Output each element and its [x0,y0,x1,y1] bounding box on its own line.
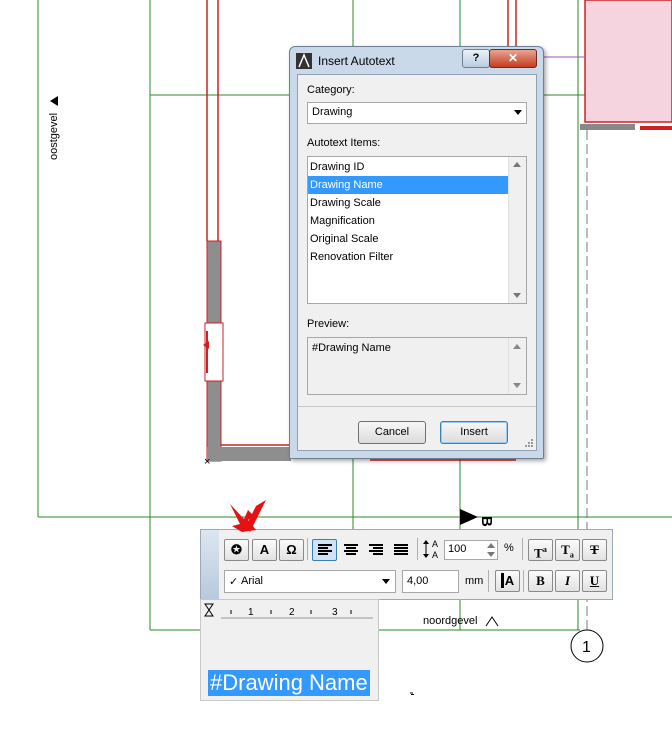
line-spacing-input[interactable]: 100 [444,540,498,560]
toolbar-separator [523,570,524,592]
ruler-tick-3: 3 [332,607,338,618]
cancel-button[interactable]: Cancel [358,421,426,444]
dialog-body: Category: Drawing Autotext Items: Drawin… [297,74,537,451]
toolbar-separator [417,538,418,560]
text-editor-panel: 1 2 3 #Drawing Name [200,599,379,701]
align-left-button[interactable] [312,539,337,561]
superscript-icon: T [534,545,543,561]
change-case-icon: A [259,542,270,557]
superscript-button[interactable]: Ta [528,539,553,561]
font-size-input[interactable]: 4,00 [402,570,459,593]
ruler-tick-2: 2 [289,607,295,618]
svg-text:A: A [432,550,438,560]
strikethrough-icon: T [590,542,599,557]
help-button[interactable]: ? [462,49,490,68]
toolbar-separator [488,570,489,592]
change-case-button[interactable]: A [252,539,277,561]
subscript-button[interactable]: Ta [555,539,580,561]
close-icon: ✕ [507,51,519,65]
font-name: Arial [241,575,264,587]
preview-label: Preview: [307,318,350,330]
toolbar-grip[interactable] [201,530,219,599]
text-editor-selection[interactable]: #Drawing Name [208,670,370,696]
autotext-list-item[interactable]: Renovation Filter [308,248,508,266]
category-label: Category: [307,84,355,96]
autotext-list-item[interactable]: Magnification [308,212,508,230]
dialog-title: Insert Autotext [318,54,395,68]
superscript-mark: a [542,545,547,554]
help-icon: ? [472,52,480,64]
align-center-button[interactable] [342,540,362,558]
insert-autotext-button[interactable]: ✪ [224,539,249,561]
omega-icon: Ω [286,542,297,557]
svg-text:×: × [204,456,210,468]
elevation-triangle-icon [485,616,498,627]
bold-button[interactable]: B [528,570,553,592]
elevation-label-oostgevel: oostgevel [48,90,62,160]
font-size-value: 4,00 [407,575,429,587]
grid-bubble-number: 1 [582,639,591,656]
align-justify-button[interactable] [392,540,412,558]
autotext-list-item[interactable]: Drawing Scale [308,194,508,212]
star-icon: ✪ [231,542,242,557]
align-left-icon [317,544,332,555]
text-color-button[interactable]: A [495,570,520,592]
align-right-button[interactable] [367,540,387,558]
app-icon [296,53,312,69]
items-label: Autotext Items: [307,137,381,149]
dialog-divider [298,406,536,407]
scroll-down-icon[interactable] [513,383,521,388]
scroll-up-icon[interactable] [513,344,521,349]
autotext-list-item[interactable]: Drawing ID [308,158,508,176]
special-character-button[interactable]: Ω [279,539,304,561]
autotext-list-item[interactable]: Original Scale [308,230,508,248]
autotext-list-item[interactable]: Drawing Name [308,176,508,194]
size-unit: mm [465,575,484,587]
elevation-label-text: oostgevel [48,112,60,160]
insert-button[interactable]: Insert [440,421,508,444]
text-color-icon: A [500,573,515,588]
subscript-icon: T [561,542,570,557]
resize-grip-icon[interactable] [524,438,534,448]
toolbar-separator [307,538,308,560]
toolbar-separator [522,538,523,560]
line-spacing-icon: A A [423,539,438,560]
text-ruler[interactable]: 1 2 3 [201,600,378,620]
ruler-tick-1: 1 [248,607,254,618]
svg-text:A: A [432,539,438,549]
strikethrough-button[interactable]: T [582,539,607,561]
line-spacing-value: 100 [448,543,467,555]
chevron-down-icon [514,110,522,115]
font-select[interactable]: ✓ Arial [224,570,396,593]
italic-button[interactable]: I [555,570,580,592]
scroll-down-icon[interactable] [513,293,521,298]
text-format-toolbar: ✪ A Ω A A 100 % Ta Ta T ✓ Arial 4,00 mm [200,529,613,600]
category-select[interactable]: Drawing [307,102,527,124]
stepper-icon[interactable] [486,542,496,558]
elevation-label-text: noordgevel [423,615,478,627]
annotation-arrow [230,500,266,532]
underline-button[interactable]: U [582,570,607,592]
check-icon: ✓ [229,576,239,588]
preview-box: #Drawing Name [307,337,527,395]
preview-scrollbar[interactable] [508,338,526,394]
elevation-label-noordgevel: noordgevel [423,615,499,627]
percent-unit: % [504,542,514,554]
autotext-items-list[interactable]: Drawing ID Drawing Name Drawing Scale Magni… [307,156,527,304]
items-scrollbar[interactable] [508,157,526,303]
text-block-corner [411,694,414,695]
section-marker-letter: B [478,516,495,527]
close-button[interactable]: ✕ [489,49,537,68]
subscript-mark: a [569,550,574,560]
category-value: Drawing [312,106,353,118]
insert-autotext-dialog: Insert Autotext ? ✕ Category: Drawing Au… [289,46,544,459]
preview-text: #Drawing Name [312,342,391,354]
scroll-up-icon[interactable] [513,162,521,167]
elevation-triangle-icon [50,95,59,106]
chevron-down-icon [382,579,390,584]
